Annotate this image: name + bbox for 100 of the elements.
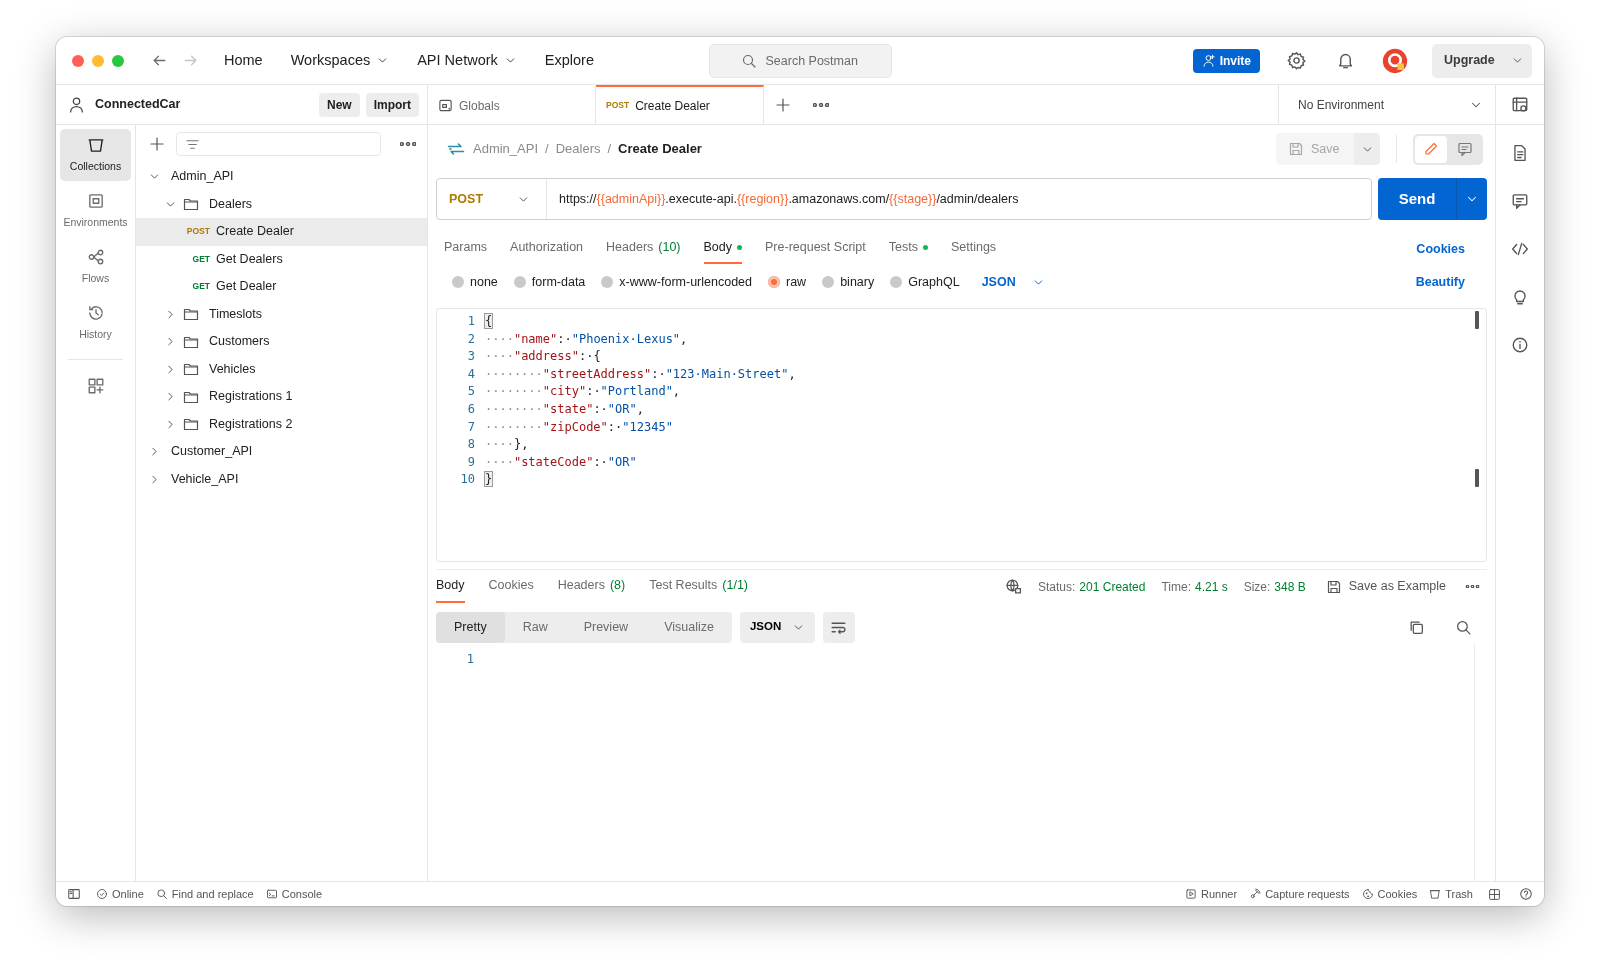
line-number: 4: [466, 365, 475, 383]
upgrade-button[interactable]: Upgrade: [1432, 43, 1532, 78]
wrap-lines-button[interactable]: [822, 611, 855, 643]
scrollbar-thumb[interactable]: [1475, 311, 1479, 329]
tree-item[interactable]: GET Get Dealers: [136, 245, 427, 273]
line-number: 3: [466, 348, 475, 366]
tree-item[interactable]: Registrations 1: [136, 383, 427, 411]
breadcrumb-link[interactable]: Dealers: [555, 139, 601, 159]
tree-item[interactable]: Customer_API: [136, 438, 427, 466]
trash-icon: [1429, 888, 1442, 900]
status-bar-item[interactable]: Find and replace: [155, 885, 254, 903]
help-icon: [1519, 887, 1533, 901]
tree-item[interactable]: GET Get Dealer: [136, 273, 427, 301]
more-button[interactable]: [397, 139, 419, 149]
request-section-tab[interactable]: Authorization: [510, 233, 584, 265]
tree-label: Dealers: [209, 195, 253, 213]
body-type-radio[interactable]: none: [452, 272, 498, 292]
response-tab[interactable]: Headers (8): [557, 572, 626, 603]
view-mode-tab[interactable]: Preview: [565, 611, 647, 643]
save-icon: [1325, 578, 1342, 595]
beautify-link[interactable]: Beautify: [1409, 271, 1471, 293]
status-bar-item[interactable]: Trash: [1429, 885, 1473, 903]
request-tab[interactable]: POST Create Dealer: [596, 85, 764, 124]
environment-select[interactable]: No Environment: [1278, 85, 1495, 124]
workspace-button[interactable]: Import: [365, 92, 419, 117]
tree-item[interactable]: Vehicles: [136, 355, 427, 383]
tree-label: Registrations 2: [209, 415, 293, 433]
response-tab[interactable]: Test Results (1/1): [649, 572, 748, 603]
request-section-tab[interactable]: Settings: [950, 233, 997, 265]
sidebar-item[interactable]: Flows: [60, 241, 131, 293]
code-line: ········"state":·"OR",: [485, 400, 644, 418]
tree-label: Timeslots: [209, 305, 262, 323]
document-icon: [1511, 144, 1529, 162]
close-button[interactable]: [72, 54, 84, 67]
play-icon: [1185, 888, 1198, 900]
nav-link[interactable]: Home: [218, 45, 269, 76]
response-tab[interactable]: Body: [436, 572, 465, 603]
request-section-tab[interactable]: Tests: [888, 233, 928, 265]
search-icon: [1455, 618, 1472, 636]
avatar-icon[interactable]: [1382, 47, 1408, 74]
history-icon: [86, 303, 105, 322]
tree-item[interactable]: Customers: [136, 328, 427, 356]
tree-label: Customer_API: [171, 443, 253, 461]
save-as-example-button[interactable]: Save as Example: [1325, 577, 1446, 596]
view-mode-tab[interactable]: Raw: [504, 611, 566, 643]
workspace-name: ConnectedCar: [95, 96, 182, 114]
request-section-tab[interactable]: Body: [703, 233, 743, 265]
tree-item[interactable]: Dealers: [136, 190, 427, 218]
status-bar-item[interactable]: Runner: [1185, 885, 1238, 903]
status-bar-item[interactable]: Online: [96, 885, 144, 903]
scroll-marker: [1475, 469, 1479, 487]
cookie-icon: [1361, 888, 1374, 900]
nav-link[interactable]: Workspaces: [284, 45, 396, 76]
folder-icon: [183, 306, 199, 323]
nav-link[interactable]: Explore: [538, 45, 600, 76]
body-type-radio[interactable]: binary: [822, 272, 875, 292]
sidebar-item[interactable]: History: [60, 297, 131, 349]
stat-label: Size:: [1243, 578, 1271, 596]
status-bar-item[interactable]: Capture requests: [1249, 885, 1350, 903]
stat-label: Time:: [1161, 578, 1191, 596]
body-type-radio[interactable]: form-data: [513, 272, 586, 292]
breadcrumb-link[interactable]: Admin_API: [473, 139, 539, 159]
code-line: ········"streetAddress":·"123·Main·Street",: [485, 365, 796, 383]
body-type-radio[interactable]: x-www-form-urlencoded: [601, 272, 752, 292]
tree-item[interactable]: Timeslots: [136, 300, 427, 328]
code-line: ········"city":·"Portland",: [485, 383, 681, 401]
sidebar-item[interactable]: Environments: [60, 185, 131, 237]
grid-plus-icon: [86, 377, 105, 395]
view-mode-tab[interactable]: Visualize: [646, 611, 732, 643]
line-number: 9: [466, 453, 475, 471]
tree-item[interactable]: Registrations 2: [136, 410, 427, 438]
code-line: ········"zipCode":·"12345": [485, 418, 673, 436]
request-section-tab[interactable]: Headers (10): [606, 233, 681, 265]
cookies-link[interactable]: Cookies: [1410, 238, 1471, 260]
status-bar-item[interactable]: Cookies: [1361, 885, 1418, 903]
send-button[interactable]: Send: [1378, 178, 1456, 220]
tree-item[interactable]: POST Create Dealer: [136, 218, 427, 246]
request-section-tab[interactable]: Params: [444, 233, 488, 265]
filter-field[interactable]: [176, 132, 381, 156]
line-number: 5: [466, 383, 475, 401]
format-select[interactable]: JSON: [739, 611, 815, 643]
sidebar-item[interactable]: Collections: [60, 129, 131, 181]
body-type-radio[interactable]: GraphQL: [890, 272, 960, 292]
code-icon: [1511, 240, 1529, 258]
request-section-tab[interactable]: Pre-request Script: [765, 233, 866, 265]
search-field[interactable]: Search Postman: [708, 43, 892, 78]
tree-item[interactable]: Admin_API: [136, 163, 427, 191]
nav-link[interactable]: API Network: [411, 45, 523, 76]
status-bar-item[interactable]: Console: [265, 885, 323, 903]
lightbulb-icon: [1511, 288, 1529, 306]
layout-icon: [1488, 887, 1501, 901]
tree-label: Vehicles: [209, 360, 256, 378]
format-select[interactable]: JSON: [975, 271, 1051, 293]
tree-label: Admin_API: [171, 168, 234, 186]
invite-button[interactable]: Invite: [1192, 48, 1260, 73]
body-type-radio[interactable]: raw: [768, 272, 807, 292]
response-tab[interactable]: Cookies: [488, 572, 534, 603]
workspace-button[interactable]: New: [318, 92, 360, 117]
tree-item[interactable]: Vehicle_API: [136, 465, 427, 493]
view-mode-tab[interactable]: Pretty: [436, 611, 505, 643]
